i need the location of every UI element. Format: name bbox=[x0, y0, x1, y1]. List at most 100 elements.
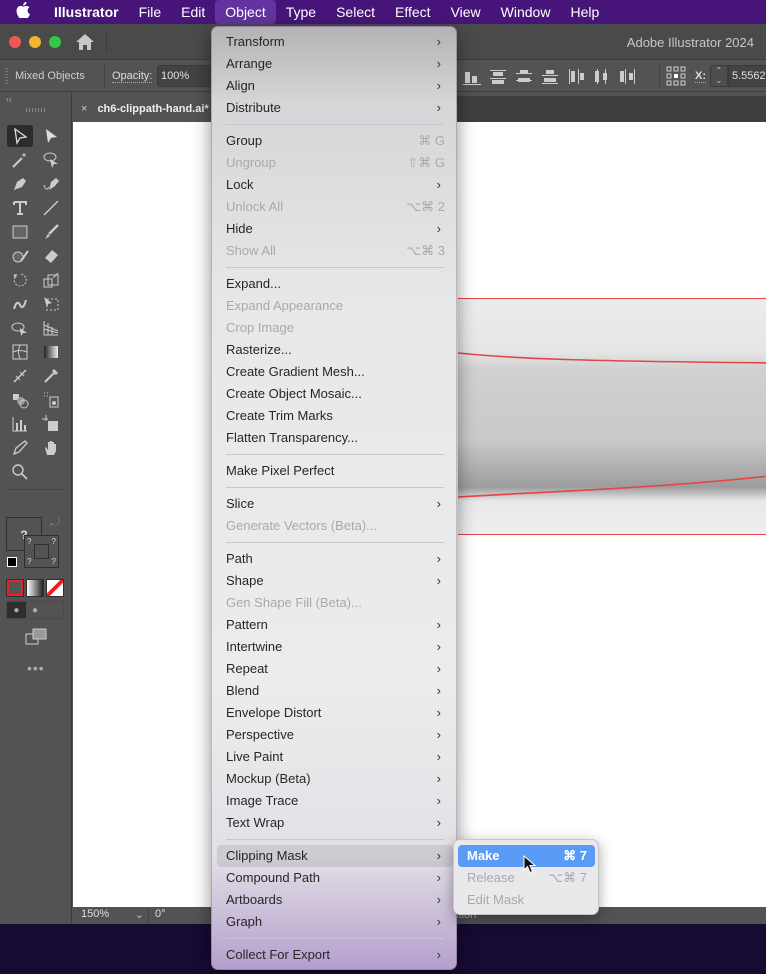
menu-item-create-gradient-mesh[interactable]: Create Gradient Mesh... bbox=[217, 361, 453, 383]
maximize-window-button[interactable] bbox=[49, 36, 61, 48]
collapse-panel-button[interactable]: ‹‹ bbox=[6, 94, 12, 104]
menu-effect[interactable]: Effect bbox=[385, 0, 441, 24]
menu-item-arrange[interactable]: Arrange › bbox=[217, 53, 453, 75]
rotation-field[interactable]: 0° bbox=[151, 908, 211, 923]
menu-item-edit-mask[interactable]: Edit Mask bbox=[458, 889, 595, 911]
opacity-input[interactable]: 100% bbox=[157, 65, 215, 87]
menu-item-align[interactable]: Align › bbox=[217, 75, 453, 97]
menu-item-create-object-mosaic[interactable]: Create Object Mosaic... bbox=[217, 383, 453, 405]
menu-item-distribute[interactable]: Distribute › bbox=[217, 97, 453, 119]
x-stepper[interactable]: ⌃ ⌄ bbox=[710, 65, 728, 87]
distribute-top-icon[interactable] bbox=[488, 66, 508, 86]
pen-tool[interactable] bbox=[7, 173, 33, 195]
menu-item-lock[interactable]: Lock › bbox=[217, 174, 453, 196]
menu-type[interactable]: Type bbox=[276, 0, 326, 24]
stroke-color-box[interactable]: ? ? ? ? bbox=[24, 535, 59, 568]
blend-tool[interactable] bbox=[7, 389, 33, 411]
menu-item-clipping-mask[interactable]: Clipping Mask › bbox=[217, 845, 453, 867]
menu-item-slice[interactable]: Slice › bbox=[217, 493, 453, 515]
menu-item-create-trim-marks[interactable]: Create Trim Marks bbox=[217, 405, 453, 427]
zoom-tool[interactable] bbox=[7, 461, 33, 483]
shape-builder-tool[interactable] bbox=[7, 317, 33, 339]
menu-item-mockup-beta[interactable]: Mockup (Beta) › bbox=[217, 768, 453, 790]
menu-item-envelope-distort[interactable]: Envelope Distort › bbox=[217, 702, 453, 724]
warp-tool[interactable] bbox=[7, 293, 33, 315]
menu-item-flatten-transparency[interactable]: Flatten Transparency... bbox=[217, 427, 453, 449]
menu-item-graph[interactable]: Graph › bbox=[217, 911, 453, 933]
menu-item-collect-for-export[interactable]: Collect For Export › bbox=[217, 944, 453, 966]
document-tab[interactable]: × ch6-clippath-hand.ai* bbox=[73, 96, 223, 122]
menu-item-make-pixel-perfect[interactable]: Make Pixel Perfect bbox=[217, 460, 453, 482]
magic-wand-tool[interactable] bbox=[7, 149, 33, 171]
menu-item-crop-image[interactable]: Crop Image bbox=[217, 317, 453, 339]
menu-item-text-wrap[interactable]: Text Wrap › bbox=[217, 812, 453, 834]
opacity-label[interactable]: Opacity: bbox=[112, 70, 153, 83]
menu-item-blend[interactable]: Blend › bbox=[217, 680, 453, 702]
close-window-button[interactable] bbox=[9, 36, 21, 48]
distribute-bottom-icon[interactable] bbox=[540, 66, 560, 86]
shaper-tool[interactable] bbox=[7, 245, 33, 267]
menu-item-generate-vectors-beta[interactable]: Generate Vectors (Beta)... bbox=[217, 515, 453, 537]
width-tool[interactable] bbox=[7, 365, 33, 387]
lasso-tool[interactable] bbox=[38, 149, 64, 171]
menu-item-expand[interactable]: Expand... bbox=[217, 273, 453, 295]
distribute-vcenter-icon[interactable] bbox=[514, 66, 534, 86]
swap-colors-icon[interactable]: ⤾ bbox=[50, 515, 60, 530]
color-swatch-button[interactable] bbox=[6, 579, 24, 597]
eraser-tool[interactable] bbox=[38, 245, 64, 267]
free-transform-tool[interactable] bbox=[38, 293, 64, 315]
line-segment-tool[interactable] bbox=[38, 197, 64, 219]
grip-handle[interactable] bbox=[5, 68, 8, 84]
curvature-tool[interactable] bbox=[38, 173, 64, 195]
perspective-grid-tool[interactable] bbox=[38, 317, 64, 339]
close-tab-icon[interactable]: × bbox=[81, 103, 87, 115]
symbol-sprayer-tool[interactable] bbox=[38, 389, 64, 411]
zoom-level-field[interactable]: 150% ⌄ bbox=[79, 908, 149, 923]
menu-edit[interactable]: Edit bbox=[171, 0, 215, 24]
x-position-input[interactable]: 5.5562 bbox=[728, 65, 766, 87]
menu-item-compound-path[interactable]: Compound Path › bbox=[217, 867, 453, 889]
align-bottom-icon[interactable] bbox=[462, 66, 482, 86]
draw-inside-icon[interactable]: ◌ bbox=[44, 602, 63, 618]
chevron-down-icon[interactable]: ⌄ bbox=[135, 908, 144, 921]
gradient-tool[interactable] bbox=[38, 341, 64, 363]
distribute-right-icon[interactable] bbox=[618, 66, 638, 86]
scale-tool[interactable] bbox=[38, 269, 64, 291]
rotate-tool[interactable] bbox=[7, 269, 33, 291]
menu-item-show-all[interactable]: Show All ⌥⌘ 3 bbox=[217, 240, 453, 262]
distribute-left-icon[interactable] bbox=[566, 66, 586, 86]
menu-view[interactable]: View bbox=[441, 0, 491, 24]
slice-tool[interactable] bbox=[7, 437, 33, 459]
menu-item-expand-appearance[interactable]: Expand Appearance bbox=[217, 295, 453, 317]
menu-item-live-paint[interactable]: Live Paint › bbox=[217, 746, 453, 768]
menu-item-intertwine[interactable]: Intertwine › bbox=[217, 636, 453, 658]
menu-item-hide[interactable]: Hide › bbox=[217, 218, 453, 240]
distribute-hcenter-icon[interactable] bbox=[592, 66, 612, 86]
draw-behind-icon[interactable]: ● bbox=[26, 602, 45, 618]
type-tool[interactable] bbox=[7, 197, 33, 219]
gradient-swatch-button[interactable] bbox=[26, 579, 44, 597]
menu-item-group[interactable]: Group ⌘ G bbox=[217, 130, 453, 152]
menu-help[interactable]: Help bbox=[560, 0, 609, 24]
selection-tool[interactable] bbox=[7, 125, 33, 147]
paintbrush-tool[interactable] bbox=[38, 221, 64, 243]
menu-file[interactable]: File bbox=[129, 0, 172, 24]
menu-object[interactable]: Object bbox=[215, 0, 276, 24]
artboard-tool[interactable] bbox=[38, 413, 64, 435]
menu-select[interactable]: Select bbox=[326, 0, 385, 24]
menu-item-ungroup[interactable]: Ungroup ⇧⌘ G bbox=[217, 152, 453, 174]
draw-normal-icon[interactable]: ● bbox=[7, 602, 26, 618]
reference-point-icon[interactable] bbox=[666, 66, 686, 89]
menu-item-repeat[interactable]: Repeat › bbox=[217, 658, 453, 680]
menu-window[interactable]: Window bbox=[491, 0, 561, 24]
apple-icon[interactable] bbox=[16, 1, 42, 23]
edit-toolbar-button[interactable]: ••• bbox=[27, 660, 45, 676]
none-swatch-button[interactable] bbox=[46, 579, 64, 597]
menu-item-transform[interactable]: Transform › bbox=[217, 31, 453, 53]
hand-tool[interactable] bbox=[38, 437, 64, 459]
menu-illustrator[interactable]: Illustrator bbox=[42, 0, 129, 24]
grip-handle[interactable] bbox=[26, 108, 46, 112]
menu-item-image-trace[interactable]: Image Trace › bbox=[217, 790, 453, 812]
mesh-tool[interactable] bbox=[7, 341, 33, 363]
home-icon[interactable] bbox=[75, 33, 95, 51]
